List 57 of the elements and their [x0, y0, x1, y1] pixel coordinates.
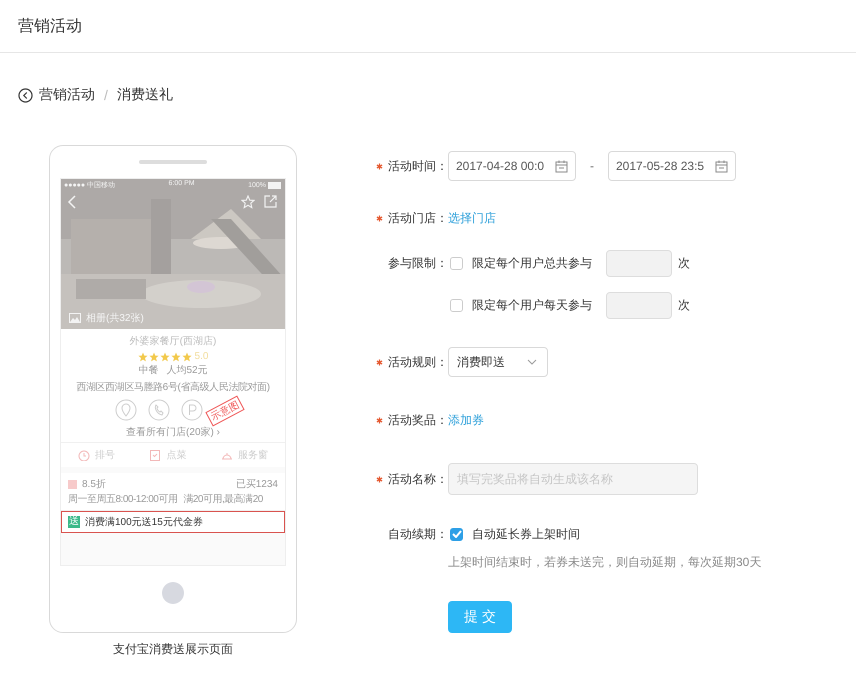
coupon-badge: [68, 480, 77, 488]
checkbox[interactable]: [450, 528, 463, 540]
checkbox[interactable]: [450, 298, 463, 312]
breadcrumb-item[interactable]: 营销活动: [39, 86, 95, 104]
number-field[interactable]: [606, 292, 672, 318]
option-label: 限定每个用户总共参与: [472, 254, 592, 272]
field-label: 活动规则：: [388, 354, 448, 370]
coupon-title: 消费满100元送15元代金券: [85, 516, 203, 529]
unit-label: 次: [678, 296, 690, 314]
stamp-label: 示意图: [205, 395, 245, 427]
date-field[interactable]: 2017-04-28 00:0: [448, 151, 576, 181]
field-label: 自动续期：: [388, 526, 448, 542]
date-field[interactable]: 2017-05-28 23:5: [608, 151, 736, 181]
field-label: 活动奖品：: [388, 412, 448, 428]
share-icon: [264, 195, 277, 208]
calendar-icon: [555, 160, 568, 172]
calendar-icon: [715, 160, 728, 172]
breadcrumb-separator: /: [104, 87, 108, 103]
battery-icon: [268, 182, 282, 188]
cuisine-text: 中餐: [138, 364, 158, 377]
breadcrumb-item: 消费送礼: [116, 86, 173, 104]
option-label: 限定每个用户每天参与: [472, 296, 592, 314]
option-label: 自动延长券上架时间: [472, 526, 580, 542]
star-icon: [241, 195, 255, 209]
alarm-clock-icon: [78, 449, 90, 461]
location-icon: [115, 399, 137, 421]
album-count: 相册(共32张): [86, 312, 144, 325]
back-icon: [67, 195, 77, 209]
gift-badge: 送: [68, 516, 80, 528]
store-address: 西湖区西湖区马塍路6号(省高级人民法院对面): [76, 380, 270, 394]
chevron-down-icon: [527, 359, 537, 365]
coupon-terms: 满20可用,最高满20: [183, 492, 263, 506]
checkbox[interactable]: [450, 256, 463, 270]
image-icon: [69, 313, 81, 323]
checkmark-icon: [452, 530, 462, 538]
number-field[interactable]: [606, 250, 672, 276]
range-separator: -: [590, 159, 594, 173]
back-icon[interactable]: [18, 88, 33, 102]
coupon-title: 8.5折: [82, 478, 107, 491]
field-label: 活动门店：: [388, 210, 448, 226]
phone-icon: [148, 399, 170, 421]
sold-count: 已买1234: [236, 478, 278, 491]
store-name: 外婆家餐厅(西湖店): [130, 334, 216, 348]
clipboard-icon: [149, 449, 162, 461]
rating-score: 5.0: [194, 351, 208, 362]
preview-caption: 支付宝消费送展示页面: [113, 641, 233, 658]
rule-dropdown[interactable]: 消费即送: [448, 347, 548, 377]
price-text: 人均52元: [166, 364, 208, 377]
field-label: 活动时间：: [388, 158, 448, 174]
hint-text: 上架时间结束时，若券未送完，则自动延期，每次延期30天: [448, 554, 762, 571]
parking-icon: [181, 399, 203, 421]
page-title: 营销活动: [18, 16, 82, 36]
unit-label: 次: [678, 254, 690, 272]
field-label: 参与限制：: [388, 254, 448, 272]
phone-speaker: [139, 160, 207, 164]
coupon-terms: 周一至周五8:00-12:00可用: [68, 493, 178, 506]
field-label: 活动名称：: [388, 470, 448, 488]
